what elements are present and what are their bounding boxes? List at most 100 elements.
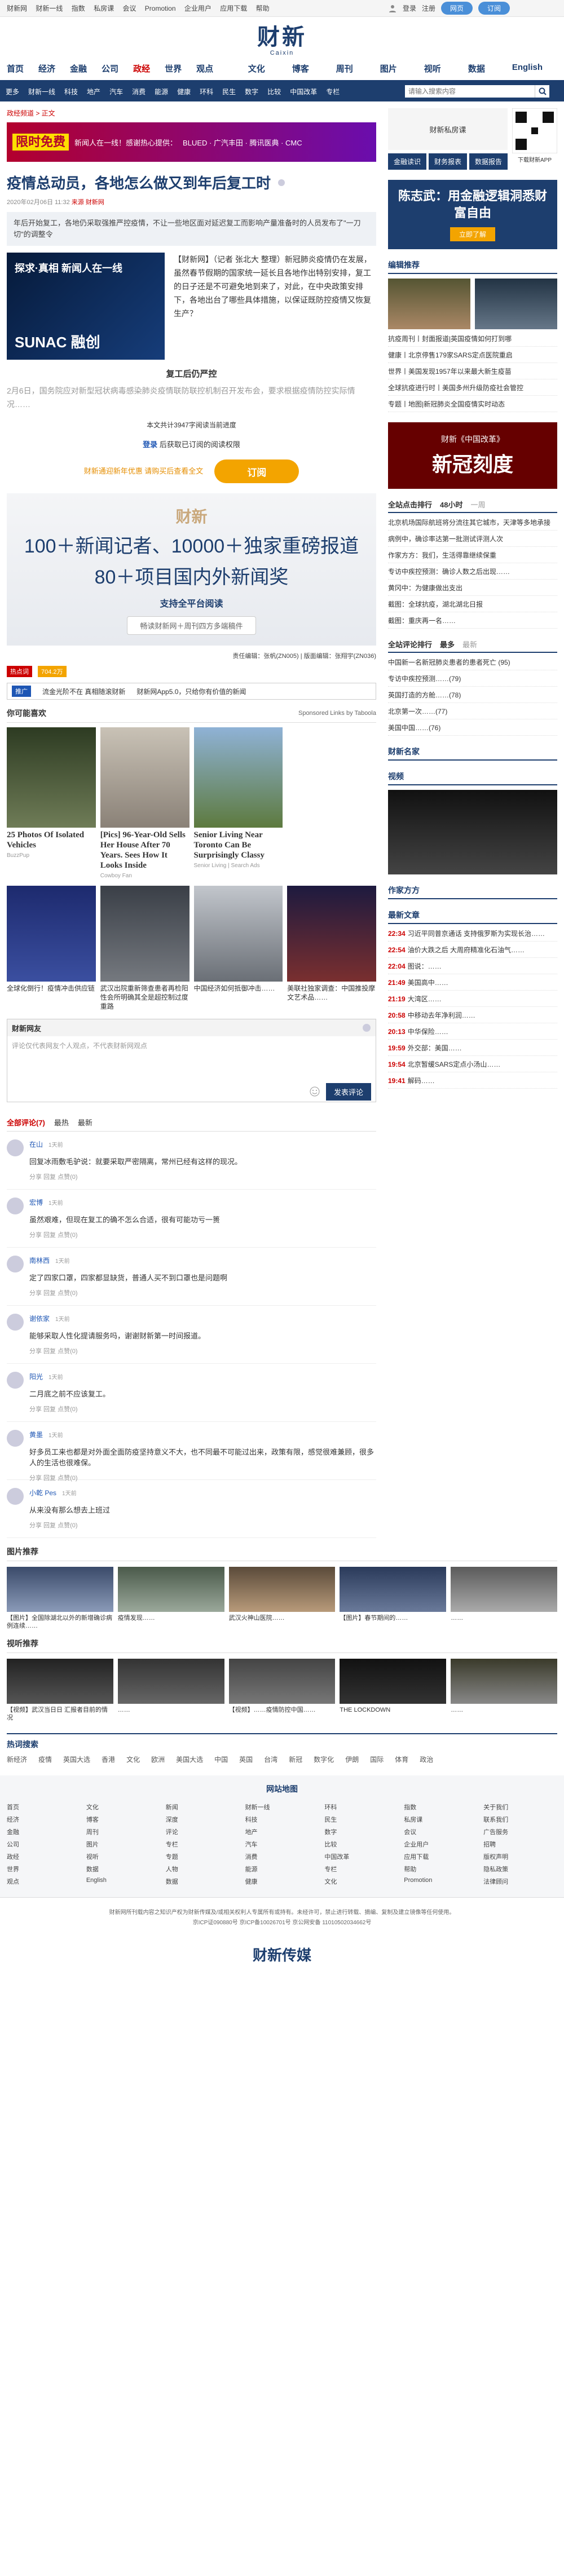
hot-search-link[interactable]: 政治	[420, 1755, 433, 1764]
news-item[interactable]: 20:13 中华保险……	[388, 1027, 557, 1040]
subnav-item[interactable]: 消费	[132, 87, 146, 96]
hot-item-text[interactable]: 北京机场国际航班将分流往其它城市，天津等多地承接	[388, 519, 550, 527]
sitemap-link[interactable]: 专栏	[166, 1840, 240, 1849]
subnav-item[interactable]: 更多	[6, 87, 19, 96]
hot-item-text[interactable]: 专访中疾控预测：确诊人数之后出现……	[388, 568, 510, 576]
sitemap-link[interactable]: 企业用户	[404, 1840, 478, 1849]
sidebar-vote[interactable]: 财新《中国改革》 新冠刻度	[388, 422, 557, 489]
comment-author-name[interactable]: 黄墨	[29, 1431, 43, 1439]
comment-author-name[interactable]: 小乾 Pes	[29, 1489, 56, 1497]
comment-author[interactable]: 宏博 1天前	[29, 1198, 376, 1207]
news-item[interactable]: 21:49 美国高中……	[388, 978, 557, 991]
promo-cta[interactable]: 畅读财新网＋周刊四方多端稿件	[127, 616, 256, 635]
sitemap-link[interactable]: 专题	[166, 1852, 240, 1861]
top-link[interactable]: 会议	[122, 5, 136, 12]
hot-search-link[interactable]: 新经济	[7, 1755, 27, 1764]
sitemap-link[interactable]: 观点	[7, 1877, 81, 1886]
sitemap-link[interactable]: 经济	[7, 1815, 81, 1824]
subnav-item[interactable]: 民生	[222, 87, 236, 96]
comment-actions[interactable]: 分享 回复 点赞(0)	[29, 1230, 376, 1239]
sitemap-link[interactable]: 隐私政策	[483, 1864, 557, 1874]
sitemap-link[interactable]: 公司	[7, 1840, 81, 1849]
video-item[interactable]: 【视频】武汉当日日 汇报者目前的情况	[7, 1659, 113, 1722]
comment-author[interactable]: 小乾 Pes 1天前	[29, 1488, 376, 1497]
editor-pick-item[interactable]: 全球抗疫进行时丨美国多州升级防疫社会管控	[388, 383, 557, 396]
hot-item[interactable]: 病例中，确诊率达第一批测试评测人次	[388, 534, 557, 547]
sitemap-link[interactable]: 健康	[245, 1877, 319, 1886]
news-title[interactable]: 图说：……	[408, 962, 442, 970]
site-logo[interactable]: 财新 Caixin	[0, 17, 564, 57]
sitemap-link[interactable]: 人物	[166, 1864, 240, 1874]
search-button[interactable]	[535, 85, 549, 98]
top-link[interactable]: Promotion	[145, 5, 176, 12]
sitemap-link[interactable]: 版权声明	[483, 1852, 557, 1861]
hot-item-text[interactable]: 截图：重庆再一名……	[388, 617, 456, 625]
sitemap-link[interactable]: 环科	[324, 1802, 398, 1811]
sitemap-link[interactable]: 财新一线	[245, 1802, 319, 1811]
top-link[interactable]: 指数	[72, 5, 85, 12]
breadcrumb[interactable]: 政经频道 > 正文	[7, 108, 376, 118]
sitemap-link[interactable]: 政经	[7, 1852, 81, 1861]
subnav-item[interactable]: 环科	[200, 87, 213, 96]
license-text[interactable]: 京ICP证090880号 京ICP备10026701号 京公网安备 110105…	[0, 1918, 564, 1928]
tab-most[interactable]: 最多	[440, 639, 455, 649]
news-item[interactable]: 22:04 图说：……	[388, 961, 557, 974]
sitemap-link[interactable]: 科技	[245, 1815, 319, 1824]
sitemap-link[interactable]: 数据	[86, 1864, 160, 1874]
news-item[interactable]: 20:58 中移动去年净利润……	[388, 1010, 557, 1023]
comment-author[interactable]: 阳光 1天前	[29, 1372, 376, 1381]
comment-textarea[interactable]: 评论仅代表网友个人观点，不代表财新网观点	[7, 1036, 376, 1081]
sitemap-link[interactable]: 招聘	[483, 1840, 557, 1849]
nav-item[interactable]: 公司	[102, 63, 118, 74]
subnav-item[interactable]: 能源	[155, 87, 168, 96]
top-link[interactable]: 企业用户	[184, 5, 211, 12]
video-item[interactable]: THE LOCKDOWN	[340, 1659, 447, 1722]
hot-search-link[interactable]: 国际	[370, 1755, 384, 1764]
comment-author-name[interactable]: 阳光	[29, 1373, 43, 1381]
sidebar-ad-button[interactable]: 立即了解	[450, 227, 495, 241]
hot-item-text[interactable]: 病例中，确诊率达第一批测试评测人次	[388, 535, 503, 543]
picture-item[interactable]: 疫情发现……	[117, 1567, 224, 1630]
news-title[interactable]: 中华保险……	[408, 1028, 448, 1036]
sidebar-box[interactable]: 金融读识	[388, 153, 426, 170]
news-item[interactable]: 19:54 北京暂缓SARS定点小汤山……	[388, 1059, 557, 1072]
send-comment-button[interactable]: 发表评论	[325, 1082, 371, 1101]
sitemap-link[interactable]: 广告服务	[483, 1827, 557, 1836]
picture-item[interactable]: 【图片】春节期间的……	[340, 1567, 447, 1630]
news-title[interactable]: 解码……	[408, 1077, 435, 1085]
editor-pick-item[interactable]: 专题丨地图|新冠肺炎全国疫情实时动态	[388, 399, 557, 412]
sitemap-link[interactable]: 数字	[324, 1827, 398, 1836]
recommend-card[interactable]: Senior Living Near Toronto Can Be Surpri…	[193, 727, 283, 879]
subnav-item[interactable]: 专栏	[326, 87, 340, 96]
comment-author[interactable]: 黄墨 1天前	[29, 1430, 376, 1439]
editor-pick-item[interactable]: 健康丨北京停售179家SARS定点医院重启	[388, 350, 557, 363]
editor-pick-item[interactable]: 世界丨美国发现1957年以来最大新生疫苗	[388, 366, 557, 379]
recommend-card[interactable]	[287, 727, 376, 879]
nav-item[interactable]: 金融	[70, 63, 87, 74]
hot-search-link[interactable]: 数字化	[314, 1755, 334, 1764]
nav-item[interactable]: 文化	[248, 63, 265, 74]
hot-search-link[interactable]: 欧洲	[151, 1755, 165, 1764]
sitemap-link[interactable]: 比较	[324, 1840, 398, 1849]
hot-item[interactable]: 专访中疾控预测：确诊人数之后出现……	[388, 567, 557, 580]
sitemap-link[interactable]: 地产	[245, 1827, 319, 1836]
comment-actions[interactable]: 分享 回复 点赞(0)	[29, 1521, 376, 1530]
nav-item[interactable]: English	[512, 63, 543, 74]
ad-text[interactable]: 财新网App5.0，只给你有价值的新闻	[136, 687, 246, 696]
news-title[interactable]: 油价大跌之后 大周府精准化石油气……	[408, 946, 525, 954]
sitemap-link[interactable]: 联系我们	[483, 1815, 557, 1824]
news-item[interactable]: 22:54 油价大跌之后 大周府精准化石油气……	[388, 945, 557, 958]
sitemap-link[interactable]: 私房课	[404, 1815, 478, 1824]
subscription-promo[interactable]: 财新 100＋新闻记者、10000＋独家重磅报道 80＋项目国内外新闻奖 支持全…	[7, 493, 376, 646]
nav-item[interactable]: 图片	[380, 63, 397, 74]
news-title[interactable]: 北京暂缓SARS定点小汤山……	[408, 1061, 501, 1068]
hot-search-link[interactable]: 英国大选	[63, 1755, 90, 1764]
hot-search-link[interactable]: 新冠	[289, 1755, 302, 1764]
sitemap-link[interactable]: 深度	[166, 1815, 240, 1824]
nav-item[interactable]: 世界	[165, 63, 182, 74]
comment-actions[interactable]: 分享 回复 点赞(0)	[29, 1288, 376, 1297]
hot-search-link[interactable]: 伊朗	[345, 1755, 359, 1764]
nav-item[interactable]: 经济	[38, 63, 55, 74]
subnav-item[interactable]: 财新一线	[28, 87, 55, 96]
sitemap-link[interactable]: 法律顾问	[483, 1877, 557, 1886]
